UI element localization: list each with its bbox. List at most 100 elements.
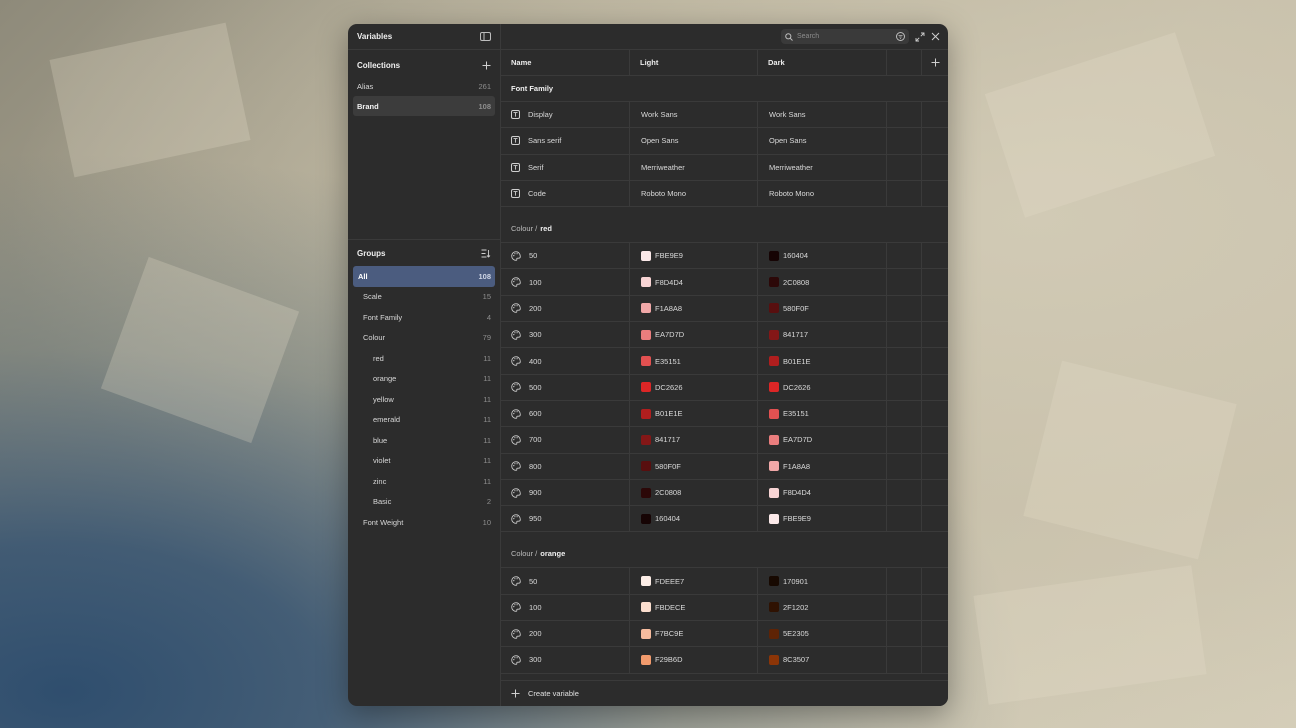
color-swatch[interactable] [641, 654, 651, 665]
variable-name[interactable]: 950 [529, 514, 542, 523]
variable-name[interactable]: 600 [529, 409, 542, 418]
variable-row[interactable]: 800 580F0F F1A8A8 [501, 453, 948, 480]
group-item[interactable]: Basic 2 [353, 492, 495, 513]
variable-row[interactable]: 50 FBE9E9 160404 [501, 243, 948, 270]
group-item[interactable]: Scale 15 [353, 287, 495, 308]
color-swatch[interactable] [641, 408, 651, 419]
variable-name[interactable]: Code [528, 189, 546, 198]
dark-value[interactable]: 170901 [758, 568, 887, 594]
variable-name[interactable]: 900 [529, 488, 542, 497]
dark-value[interactable]: 841717 [758, 322, 887, 348]
variable-row[interactable]: 600 B01E1E E35151 [501, 400, 948, 428]
light-value[interactable]: FDEEE7 [630, 568, 758, 594]
color-swatch[interactable] [641, 382, 651, 393]
create-variable-button[interactable]: Create variable [501, 680, 948, 706]
light-value[interactable]: E35151 [630, 348, 758, 374]
variable-name[interactable]: 500 [529, 383, 542, 392]
dark-value[interactable]: E35151 [758, 400, 887, 427]
color-swatch[interactable] [641, 356, 651, 367]
dark-value[interactable]: 5E2305 [758, 621, 887, 647]
variable-row[interactable]: 500 DC2626 DC2626 [501, 374, 948, 401]
dark-value[interactable]: Roboto Mono [758, 180, 887, 207]
variable-row[interactable]: 200 F1A8A8 580F0F [501, 295, 948, 323]
group-item[interactable]: Font Weight 10 [353, 512, 495, 533]
dark-value[interactable]: 2F1202 [758, 594, 887, 621]
color-swatch[interactable] [769, 382, 779, 393]
group-item[interactable]: Font Family 4 [353, 307, 495, 328]
dark-value[interactable]: 2C0808 [758, 269, 887, 295]
variable-row[interactable]: 400 E35151 B01E1E [501, 348, 948, 375]
dark-value[interactable]: Work Sans [758, 102, 887, 128]
variable-name[interactable]: 300 [529, 330, 542, 339]
collection-item-brand[interactable]: Brand 108 [353, 96, 495, 116]
column-header-light[interactable]: Light [630, 50, 758, 75]
variable-name[interactable]: 300 [529, 655, 542, 664]
light-value[interactable]: B01E1E [630, 400, 758, 427]
variable-row[interactable]: Serif Merriweather Merriweather [501, 154, 948, 181]
collection-item-alias[interactable]: Alias 261 [353, 76, 495, 96]
variable-name[interactable]: 700 [529, 435, 542, 444]
sidebar-toggle-icon[interactable] [480, 32, 491, 41]
variable-name[interactable]: 50 [529, 577, 537, 586]
variable-name[interactable]: 400 [529, 357, 542, 366]
dark-value[interactable]: 580F0F [758, 295, 887, 322]
dark-value[interactable]: 8C3507 [758, 647, 887, 673]
variable-row[interactable]: 300 EA7D7D 841717 [501, 322, 948, 349]
color-swatch[interactable] [769, 513, 779, 524]
group-item[interactable]: blue 11 [353, 430, 495, 451]
color-swatch[interactable] [769, 487, 779, 498]
color-swatch[interactable] [641, 434, 651, 445]
dark-value[interactable]: F1A8A8 [758, 453, 887, 479]
color-swatch[interactable] [641, 329, 651, 340]
light-value[interactable]: F1A8A8 [630, 295, 758, 322]
light-value[interactable]: Work Sans [630, 102, 758, 128]
variable-row[interactable]: 100 FBDECE 2F1202 [501, 594, 948, 622]
variable-name[interactable]: 800 [529, 462, 542, 471]
color-swatch[interactable] [769, 461, 779, 472]
variable-row[interactable]: 700 841717 EA7D7D [501, 427, 948, 454]
light-value[interactable]: FBE9E9 [630, 243, 758, 269]
group-item[interactable]: Colour 79 [353, 328, 495, 349]
color-swatch[interactable] [769, 576, 779, 587]
light-value[interactable]: 160404 [630, 506, 758, 532]
color-swatch[interactable] [769, 303, 779, 314]
group-item[interactable]: emerald 11 [353, 410, 495, 431]
expand-icon[interactable] [915, 32, 925, 42]
variable-row[interactable]: Sans serif Open Sans Open Sans [501, 128, 948, 155]
dark-value[interactable]: F8D4D4 [758, 479, 887, 506]
light-value[interactable]: 580F0F [630, 453, 758, 479]
color-swatch[interactable] [641, 277, 651, 288]
variable-row[interactable]: 100 F8D4D4 2C0808 [501, 269, 948, 296]
group-item[interactable]: violet 11 [353, 451, 495, 472]
color-swatch[interactable] [769, 602, 779, 613]
light-value[interactable]: 2C0808 [630, 479, 758, 506]
variable-row[interactable]: 50 FDEEE7 170901 [501, 568, 948, 595]
light-value[interactable]: Merriweather [630, 154, 758, 180]
dark-value[interactable]: EA7D7D [758, 427, 887, 453]
variable-row[interactable]: 900 2C0808 F8D4D4 [501, 479, 948, 507]
color-swatch[interactable] [641, 303, 651, 314]
color-swatch[interactable] [641, 513, 651, 524]
group-item[interactable]: All 108 [353, 266, 495, 287]
variable-row[interactable]: 950 160404 FBE9E9 [501, 506, 948, 533]
variable-name[interactable]: Sans serif [528, 136, 561, 145]
dark-value[interactable]: FBE9E9 [758, 506, 887, 532]
color-swatch[interactable] [769, 408, 779, 419]
filter-icon[interactable] [896, 32, 905, 41]
light-value[interactable]: F8D4D4 [630, 269, 758, 295]
color-swatch[interactable] [769, 250, 779, 261]
close-icon[interactable] [931, 32, 940, 41]
search-input[interactable]: Search [781, 29, 909, 44]
light-value[interactable]: Roboto Mono [630, 180, 758, 207]
color-swatch[interactable] [769, 277, 779, 288]
dark-value[interactable]: Open Sans [758, 128, 887, 154]
column-header-dark[interactable]: Dark [758, 50, 887, 75]
light-value[interactable]: DC2626 [630, 374, 758, 400]
color-swatch[interactable] [641, 628, 651, 639]
variable-row[interactable]: Display Work Sans Work Sans [501, 102, 948, 129]
color-swatch[interactable] [769, 654, 779, 665]
dark-value[interactable]: 160404 [758, 243, 887, 269]
variable-row[interactable]: Code Roboto Mono Roboto Mono [501, 180, 948, 208]
color-swatch[interactable] [769, 356, 779, 367]
color-swatch[interactable] [769, 329, 779, 340]
